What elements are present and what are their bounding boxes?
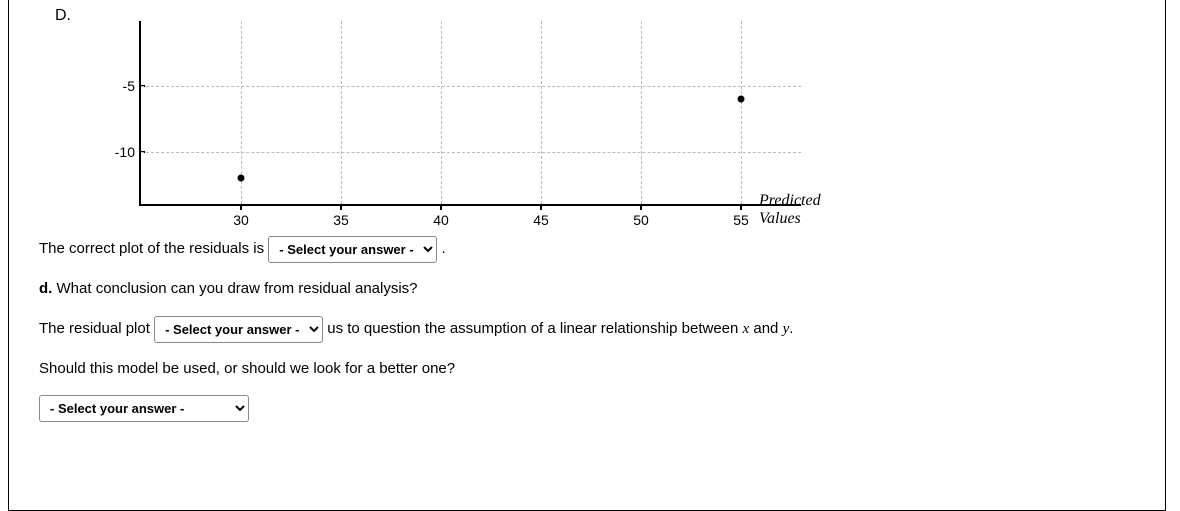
text-period: . — [441, 240, 445, 257]
xtick-mark — [640, 204, 642, 210]
text-residual-post: us to question the assumption of a linea… — [327, 320, 738, 337]
text-residual-pre: The residual plot — [39, 320, 150, 337]
text-and: and — [753, 320, 778, 337]
xtick-55: 55 — [733, 212, 749, 228]
gridline-h — [141, 86, 801, 87]
xtick-40: 40 — [433, 212, 449, 228]
plot-area: 30 35 40 45 50 55 Predicted Values — [139, 21, 801, 206]
residual-scatter-chart: -5 -10 30 — [97, 21, 1155, 221]
select-correct-plot[interactable]: - Select your answer - — [268, 236, 437, 263]
xtick-30: 30 — [233, 212, 249, 228]
ytick-neg10: -10 — [97, 144, 135, 160]
gridline-v — [441, 21, 442, 204]
select-residual-plot[interactable]: - Select your answer - — [154, 316, 323, 343]
gridline-v — [341, 21, 342, 204]
part-d-text: What conclusion can you draw from residu… — [57, 280, 418, 297]
gridline-v — [541, 21, 542, 204]
ytick-neg5: -5 — [97, 78, 135, 94]
text-model-question: Should this model be used, or should we … — [39, 360, 455, 377]
text-period2: . — [789, 320, 793, 337]
text-correct-plot: The correct plot of the residuals is — [39, 240, 264, 257]
xtick-mark — [240, 204, 242, 210]
part-d-label: d. — [39, 280, 52, 297]
xtick-mark — [440, 204, 442, 210]
var-x: x — [743, 321, 750, 337]
data-point — [738, 96, 745, 103]
select-model-use[interactable]: - Select your answer - — [39, 395, 249, 422]
x-axis-label: Predicted Values — [759, 192, 821, 228]
xtick-mark — [540, 204, 542, 210]
xtick-50: 50 — [633, 212, 649, 228]
gridline-v — [641, 21, 642, 204]
gridline-v — [741, 21, 742, 204]
xtick-mark — [740, 204, 742, 210]
xtick-35: 35 — [333, 212, 349, 228]
xtick-45: 45 — [533, 212, 549, 228]
gridline-h — [141, 152, 801, 153]
xtick-mark — [340, 204, 342, 210]
data-point — [238, 175, 245, 182]
